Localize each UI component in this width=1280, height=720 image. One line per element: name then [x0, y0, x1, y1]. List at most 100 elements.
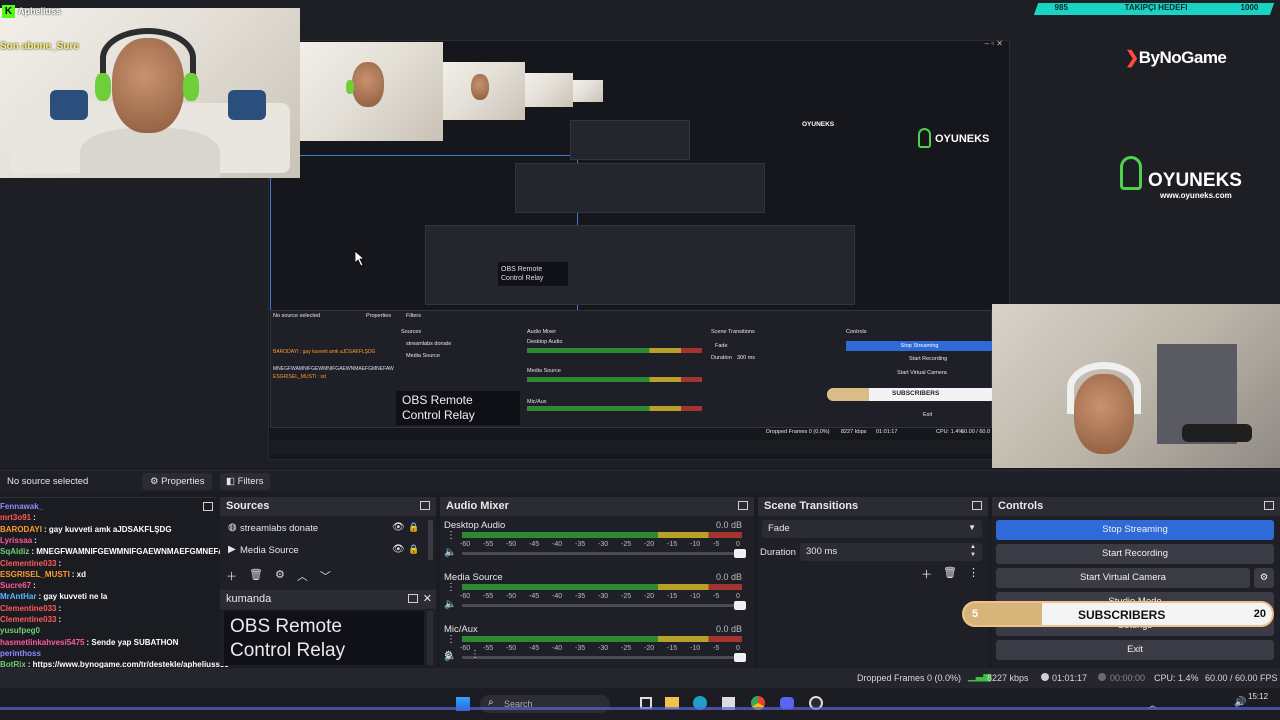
audio-mixer-popout-icon[interactable]	[738, 501, 748, 510]
kumanda-close-icon[interactable]: ✕	[423, 592, 432, 605]
nested-obs-level-4	[570, 120, 690, 160]
meter-tick-label: -5	[713, 593, 720, 600]
meter-tick-label: -30	[598, 541, 609, 548]
nested-stop-streaming: Stop Streaming	[846, 341, 993, 351]
sources-scrollbar[interactable]	[428, 520, 433, 560]
speaker-icon[interactable]: 🔈	[444, 547, 456, 558]
streamer-name: Apheliuss	[18, 6, 62, 16]
mixer-settings-icon[interactable]: ⚙	[444, 650, 453, 661]
meter-tick-label: -50	[506, 645, 517, 652]
chat-message: yusufpeg0	[0, 626, 42, 635]
start-virtual-camera-button[interactable]: Start Virtual Camera	[996, 568, 1250, 588]
transitions-popout-icon[interactable]	[972, 501, 982, 510]
meter-tick-label: -45	[529, 645, 540, 652]
oyuneks-logo-nested-small: OYUNEKS	[802, 113, 834, 131]
move-down-icon[interactable]: ﹀	[320, 568, 331, 584]
lock-icon[interactable]: 🔒	[408, 522, 419, 533]
remove-source-icon[interactable]: 🗑	[249, 568, 263, 584]
duration-spinbox[interactable]: 300 ms ▲ ▼	[800, 543, 982, 561]
nested-window-controls: ‒ ▫ ✕	[984, 39, 1003, 48]
chat-message: SqAldiz: MNEGFWAMNIFGEWMNIFGAEWNMAEFGMNE…	[0, 547, 231, 556]
filters-button[interactable]: ◧ Filters	[220, 473, 270, 490]
chat-username: Sucre67	[0, 581, 32, 591]
webcam-ear-right	[183, 73, 199, 101]
sources-header: Sources	[220, 498, 436, 516]
meter-tick-label: -10	[690, 593, 701, 600]
start-recording-button[interactable]: Start Recording	[996, 544, 1274, 564]
chat-text: :	[58, 558, 62, 568]
virtual-camera-settings-button[interactable]: ⚙	[1254, 568, 1274, 588]
properties-button[interactable]: ⚙ Properties	[142, 473, 212, 490]
lock-icon[interactable]: 🔒	[408, 544, 419, 555]
chat-dock-popout-icon[interactable]	[203, 502, 213, 511]
taskbar-search[interactable]: ⌕ Search	[480, 695, 610, 713]
volume-slider-handle[interactable]	[734, 601, 746, 610]
meter-tick-label: -60	[460, 645, 471, 652]
nested-mixer-title: Audio Mixer	[527, 329, 557, 335]
mixer-menu-icon[interactable]: ⋮	[446, 634, 456, 645]
mixer-menu-icon[interactable]: ⋮	[446, 582, 456, 593]
nested-fps: 60.00 / 60.0	[961, 429, 991, 435]
controls-dock: Controls Stop Streaming Start Recording …	[992, 497, 1280, 667]
meter-tick-label: -50	[506, 593, 517, 600]
webcam-copy-1-face	[352, 62, 384, 107]
source-item-media[interactable]: ▶ Media Source 👁 🔒	[224, 542, 419, 560]
move-up-icon[interactable]: ︿	[297, 568, 308, 584]
volume-slider[interactable]	[462, 601, 746, 610]
chat-message: perinthoss	[0, 649, 43, 658]
volume-meter	[462, 636, 742, 642]
bitrate: 8227 kbps	[987, 673, 1029, 683]
spin-arrows-icon[interactable]: ▲ ▼	[970, 543, 976, 559]
meter-tick-label: -35	[575, 541, 586, 548]
source-item-streamlabs[interactable]: ◍ streamlabs donate 👁 🔒	[224, 520, 419, 538]
chat-text: : gay kuvveti amk aJDSAKFLŞDG	[43, 524, 172, 534]
meter-tick-label: -55	[483, 593, 494, 600]
nested-source-1: streamlabs donate	[406, 341, 452, 347]
meter-tick-label: -30	[598, 593, 609, 600]
chat-username: mrt3o91	[0, 513, 32, 523]
chat-message: MrAntHar: gay kuvveti ne la	[0, 592, 107, 601]
controls-popout-icon[interactable]	[1264, 501, 1274, 510]
relay-line-1: OBS Remote	[230, 616, 342, 637]
meter-tick-label: -50	[506, 541, 517, 548]
more-icon[interactable]: ⋮	[968, 566, 979, 582]
subscriber-goal-bar: 5 SUBSCRIBERS 20	[962, 601, 1274, 627]
kumanda-title: kumanda	[226, 593, 272, 605]
volume-slider-handle[interactable]	[734, 549, 746, 558]
stream-preview: ‒ ▫ ✕ OBS Remote Control Relay No source …	[0, 0, 1280, 468]
add-source-icon[interactable]: ＋	[226, 568, 237, 584]
volume-slider[interactable]	[462, 653, 746, 662]
subscriber-goal-current: 5	[972, 608, 979, 620]
streamer-webcam	[0, 8, 300, 178]
exit-button[interactable]: Exit	[996, 640, 1274, 660]
add-transition-icon[interactable]: ＋	[921, 566, 932, 582]
transition-value: Fade	[768, 523, 790, 534]
webcam-copy-2	[443, 62, 525, 120]
nested-meter-2	[527, 377, 702, 382]
nested-transitions-title: Scene Transitions	[711, 329, 755, 335]
transition-select[interactable]: Fade ▼	[762, 520, 982, 538]
nested-kbps: 8227 kbps	[841, 429, 867, 435]
nested-no-source: No source selected	[273, 313, 321, 319]
mixer-menu-icon[interactable]: ⋮	[446, 530, 456, 541]
meter-tick-label: -25	[621, 645, 632, 652]
remove-transition-icon[interactable]: 🗑	[943, 566, 957, 582]
chat-text: :	[58, 603, 62, 613]
volume-slider[interactable]	[462, 549, 746, 558]
kumanda-popout-icon[interactable]	[408, 594, 418, 603]
chat-username: SqAldiz	[0, 547, 30, 557]
chat-text: : xd	[71, 569, 87, 579]
speaker-icon[interactable]: 🔈	[444, 599, 456, 610]
gear-icon: ⚙	[1259, 572, 1269, 583]
visibility-eye-icon[interactable]: 👁	[392, 544, 405, 555]
visibility-eye-icon[interactable]: 👁	[392, 522, 405, 533]
kumanda-scrollbar[interactable]	[427, 611, 433, 665]
volume-slider-handle[interactable]	[734, 653, 746, 662]
source-settings-icon[interactable]: ⚙	[275, 568, 285, 584]
mixer-more-icon[interactable]: ⋮	[470, 649, 480, 660]
oyuneks-icon	[1120, 156, 1142, 190]
mixer-channel-db: 0.0 dB	[716, 624, 743, 634]
nested-properties: Properties	[366, 313, 392, 319]
stop-streaming-button[interactable]: Stop Streaming	[996, 520, 1274, 540]
sources-popout-icon[interactable]	[420, 501, 430, 510]
